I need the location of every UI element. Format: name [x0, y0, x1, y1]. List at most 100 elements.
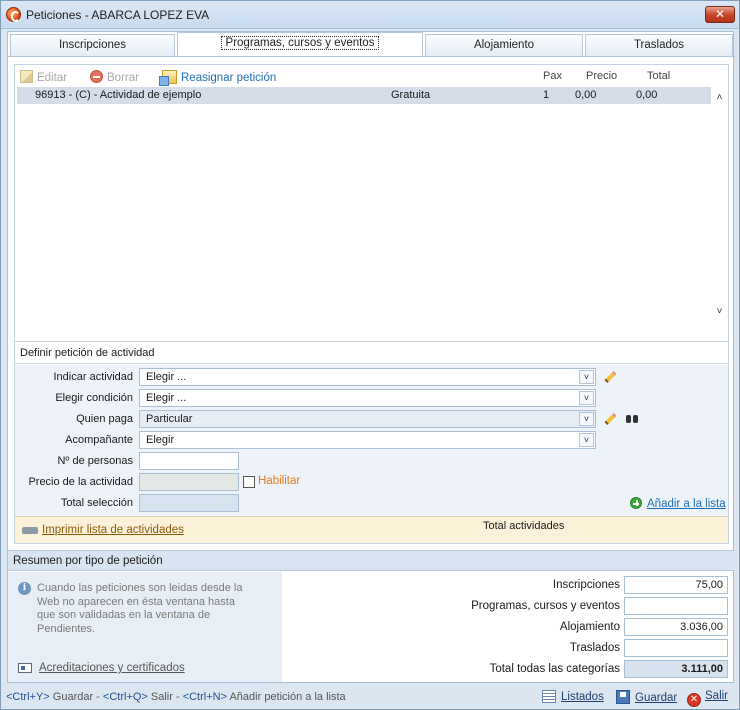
chevron-down-icon[interactable]: ˅ [579, 412, 594, 426]
condition-select[interactable]: Elegir ... ˅ [139, 389, 596, 407]
activity-price-input[interactable] [139, 473, 239, 491]
tab-label: Alojamiento [473, 39, 535, 51]
chevron-down-icon[interactable]: ˅ [579, 370, 594, 384]
summary-value-inscripciones: 75,00 [624, 576, 728, 594]
print-bar: Imprimir lista de actividades Total acti… [15, 516, 728, 543]
summary-label-traslados: Traslados [569, 642, 620, 654]
window-title: Peticiones - ABARCA LOPEZ EVA [26, 8, 210, 22]
edit-payer-icon[interactable] [602, 411, 618, 427]
save-button[interactable]: Guardar [616, 690, 677, 704]
tab-traslados[interactable]: Traslados [585, 34, 733, 56]
exit-label: Salir [705, 690, 729, 702]
tab-label: Programas, cursos y eventos [220, 36, 380, 50]
payer-label: Quien paga [76, 413, 133, 425]
summary-label-total: Total todas las categorías [489, 663, 620, 675]
activity-select[interactable]: Elegir ... ˅ [139, 368, 596, 386]
certificate-icon[interactable] [18, 663, 32, 673]
tab-label: Inscripciones [58, 39, 127, 51]
row-description: 96913 - (C) - Actividad de ejemplo [35, 89, 202, 101]
define-section-header: Definir petición de actividad [15, 341, 728, 364]
edit-button[interactable]: Editar [20, 70, 67, 84]
save-label: Guardar [635, 692, 678, 704]
chevron-down-icon[interactable]: ˅ [579, 391, 594, 405]
activities-panel: Editar Borrar Reasignar petición Pax Pre… [14, 64, 729, 544]
main-content: Inscripciones Programas, cursos y evento… [7, 31, 735, 683]
shortcut-key: <Ctrl+N> [182, 691, 228, 703]
activity-label: Indicar actividad [53, 371, 134, 383]
activities-list: 96913 - (C) - Actividad de ejemplo Gratu… [15, 86, 728, 340]
delete-icon [90, 70, 103, 83]
total-activities-label: Total actividades [483, 520, 565, 532]
listados-label: Listados [561, 691, 604, 703]
selection-total-field [139, 494, 239, 512]
close-button[interactable]: ✕ [705, 6, 735, 23]
selection-total-label: Total selección [60, 497, 133, 509]
summary-header: Resumen por tipo de petición [8, 550, 735, 571]
edit-label: Editar [37, 72, 68, 84]
delete-label: Borrar [107, 72, 139, 84]
define-section-title: Definir petición de actividad [20, 347, 155, 359]
reassign-label: Reasignar petición [181, 72, 277, 84]
tab-inscripciones[interactable]: Inscripciones [10, 34, 175, 56]
companion-label: Acompañante [65, 434, 133, 446]
reassign-icon [159, 70, 177, 86]
condition-label: Elegir condición [55, 392, 133, 404]
summary-value-programas [624, 597, 728, 615]
delete-button[interactable]: Borrar [90, 70, 139, 84]
tab-bar: Inscripciones Programas, cursos y evento… [8, 32, 735, 57]
exit-button[interactable]: ✕ Salir [687, 690, 728, 707]
summary-label-programas: Programas, cursos y eventos [471, 600, 620, 612]
table-row[interactable]: 96913 - (C) - Actividad de ejemplo Gratu… [17, 87, 711, 104]
companion-value: Elegir [146, 434, 175, 446]
binoculars-icon[interactable] [625, 412, 639, 424]
reassign-button[interactable]: Reasignar petición [159, 70, 277, 86]
num-people-input[interactable] [139, 452, 239, 470]
define-form: Indicar actividad Elegir ... ˅ Elegir co… [15, 365, 728, 518]
add-to-list-button[interactable]: Añadir a la lista [630, 497, 726, 510]
condition-value: Elegir ... [146, 392, 187, 404]
companion-select[interactable]: Elegir ˅ [139, 431, 596, 449]
row-price: 0,00 [575, 89, 597, 101]
tab-programas[interactable]: Programas, cursos y eventos [177, 32, 423, 56]
listados-button[interactable]: Listados [542, 690, 604, 703]
scroll-down-icon[interactable]: ˅ [712, 306, 727, 321]
edit-activity-icon[interactable] [602, 369, 618, 385]
list-scrollbar[interactable]: ˄ ˅ [712, 88, 727, 338]
column-header-total[interactable]: Total [647, 70, 670, 82]
printer-icon[interactable] [22, 523, 38, 538]
enable-checkbox[interactable] [243, 476, 255, 488]
list-icon [542, 690, 556, 703]
app-logo-icon [6, 7, 21, 22]
column-header-price[interactable]: Precio [586, 70, 617, 82]
print-activities-link[interactable]: Imprimir lista de actividades [42, 524, 184, 536]
tab-alojamiento[interactable]: Alojamiento [425, 34, 583, 56]
column-header-pax[interactable]: Pax [543, 70, 562, 82]
peticiones-window: Peticiones - ABARCA LOPEZ EVA ✕ Inscripc… [0, 0, 740, 710]
save-icon [616, 690, 630, 704]
row-pax: 1 [543, 89, 550, 101]
shortcut-key: <Ctrl+Y> [6, 691, 50, 703]
shortcut-text: Salir - [147, 691, 183, 703]
scroll-up-icon[interactable]: ˄ [712, 92, 727, 107]
num-people-label: Nº de personas [57, 455, 133, 467]
chevron-down-icon[interactable]: ˅ [579, 433, 594, 447]
add-to-list-label: Añadir a la lista [647, 498, 726, 510]
tab-label: Traslados [633, 39, 685, 51]
summary-info-panel: i Cuando las peticiones son leidas desde… [8, 572, 282, 682]
tab-divider [8, 56, 735, 57]
certificates-link[interactable]: Acreditaciones y certificados [39, 662, 185, 674]
shortcut-hints: <Ctrl+Y> Guardar - <Ctrl+Q> Salir - <Ctr… [6, 691, 346, 703]
edit-icon [20, 70, 33, 83]
summary-value-total: 3.111,00 [624, 660, 728, 678]
summary-label-alojamiento: Alojamiento [559, 621, 620, 633]
row-type: Gratuita [391, 89, 431, 101]
summary-title: Resumen por tipo de petición [13, 555, 163, 567]
add-icon [630, 497, 642, 509]
activity-price-label: Precio de la actividad [28, 476, 133, 488]
title-bar[interactable]: Peticiones - ABARCA LOPEZ EVA ✕ [1, 1, 739, 29]
enable-label[interactable]: Habilitar [258, 475, 300, 487]
activity-value: Elegir ... [146, 371, 187, 383]
shortcut-text: Añadir petición a la lista [227, 691, 346, 703]
payer-select[interactable]: Particular ˅ [139, 410, 596, 428]
info-icon: i [18, 582, 31, 595]
